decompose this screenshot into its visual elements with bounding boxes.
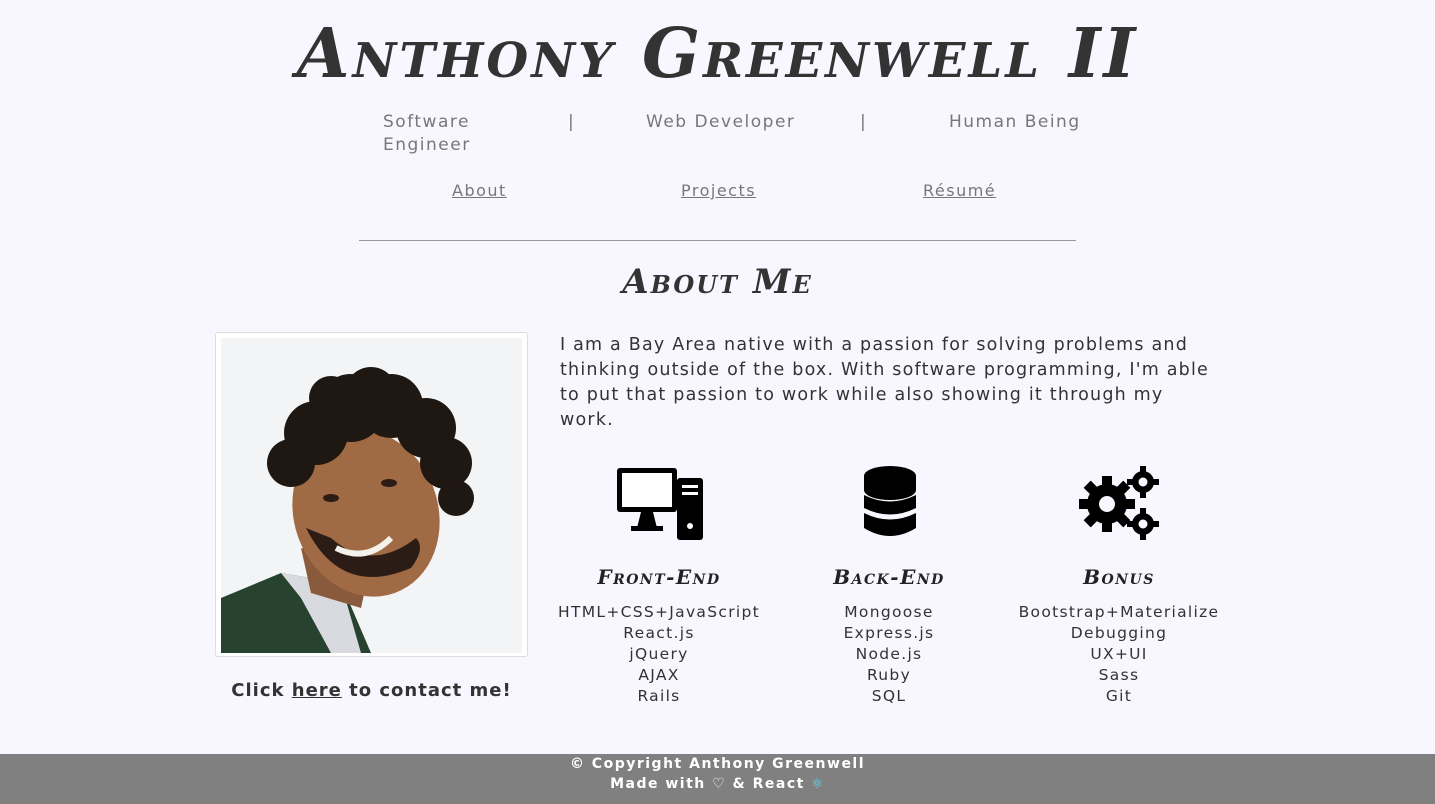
contact-line: Click here to contact me! [215, 680, 528, 701]
header-divider [359, 240, 1076, 241]
list-item: AJAX [638, 666, 680, 684]
skill-list-front-end: HTML+CSS+JavaScript React.js jQuery AJAX… [544, 602, 774, 707]
site-title: Anthony Greenwell II [296, 14, 1139, 94]
footer-copyright: © Copyright Anthony Greenwell [569, 756, 866, 772]
list-item: Express.js [843, 624, 935, 642]
list-item: Rails [637, 687, 681, 705]
list-item: Git [1105, 687, 1133, 705]
footer: © Copyright Anthony Greenwell Made with … [0, 754, 1435, 804]
list-item: HTML+CSS+JavaScript [557, 603, 760, 621]
profile-photo-frame [215, 332, 528, 657]
tagline-human-being: Human Being [949, 112, 1081, 132]
list-item: Sass [1098, 666, 1140, 684]
about-heading: About Me [622, 262, 813, 302]
skill-title-bonus: Bonus [1083, 565, 1155, 589]
list-item: UX+UI [1090, 645, 1148, 663]
contact-link[interactable]: here [292, 680, 342, 701]
skill-title-back-end: Back-End [833, 565, 945, 589]
nav-link-projects[interactable]: Projects [681, 181, 756, 200]
contact-suffix: to contact me! [341, 680, 512, 701]
skill-list-bonus: Bootstrap+Materialize Debugging UX+UI Sa… [1004, 602, 1234, 707]
bio-paragraph: I am a Bay Area native with a passion fo… [560, 335, 1210, 430]
profile-photo [221, 338, 522, 653]
gears-icon [1077, 464, 1163, 548]
list-item: Mongoose [844, 603, 934, 621]
tagline-separator: | [568, 112, 576, 132]
footer-made-with: Made with ♡ & React [610, 776, 805, 792]
skill-title-front-end: Front-End [597, 565, 721, 589]
tagline-separator: | [860, 112, 868, 132]
tagline-web-developer: Web Developer [646, 112, 796, 132]
contact-prefix: Click [231, 680, 292, 701]
footer-made-with-line: Made with ♡ & React ⚛ [0, 776, 1435, 792]
tagline-software-engineer: Software Engineer [383, 112, 471, 155]
list-item: jQuery [629, 645, 689, 663]
skill-list-back-end: Mongoose Express.js Node.js Ruby SQL [774, 602, 1004, 707]
database-icon [862, 464, 918, 546]
list-item: SQL [871, 687, 907, 705]
list-item: React.js [623, 624, 695, 642]
list-item: Debugging [1070, 624, 1168, 642]
nav-link-about[interactable]: About [452, 181, 507, 200]
react-icon: ⚛ [810, 776, 825, 792]
list-item: Ruby [866, 666, 912, 684]
list-item: Node.js [855, 645, 923, 663]
list-item: Bootstrap+Materialize [1018, 603, 1220, 621]
nav-link-resume[interactable]: Résumé [923, 181, 996, 200]
desktop-computer-icon [615, 464, 705, 546]
